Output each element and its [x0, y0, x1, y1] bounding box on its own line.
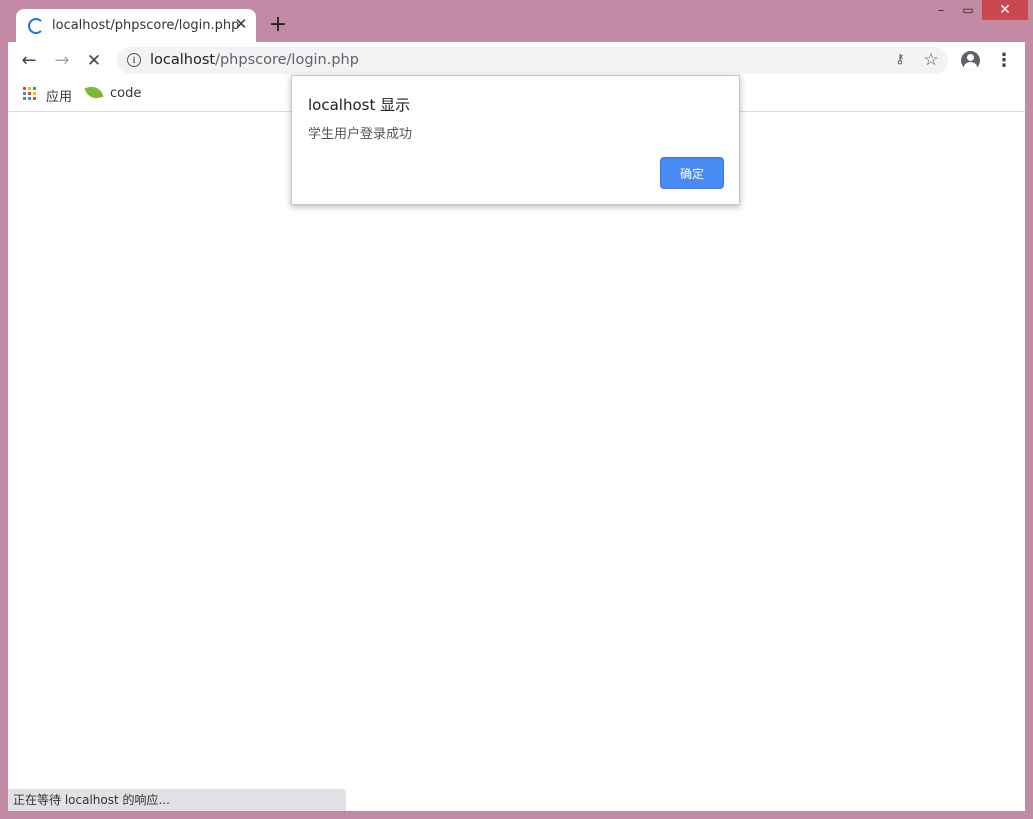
leaf-icon — [84, 84, 104, 101]
apps-grid-dot — [33, 87, 36, 90]
loading-spinner-icon — [28, 18, 44, 34]
password-key-icon[interactable]: ⚷ — [891, 51, 909, 69]
tab-title: localhost/phpscore/login.php — [52, 18, 240, 33]
apps-grid-dot — [28, 87, 31, 90]
tab-close-icon[interactable]: ✕ — [232, 15, 250, 33]
status-bar: 正在等待 localhost 的响应... — [8, 789, 346, 811]
stop-loading-button[interactable]: ✕ — [83, 50, 105, 72]
apps-grid-dot — [33, 92, 36, 95]
browser-tab[interactable]: localhost/phpscore/login.php ✕ — [16, 9, 256, 43]
apps-grid-dot — [28, 92, 31, 95]
url-host: localhost — [150, 52, 216, 68]
profile-head — [967, 54, 974, 61]
dialog-message: 学生用户登录成功 — [308, 127, 413, 142]
window-close-button[interactable]: ✕ — [982, 0, 1028, 20]
new-tab-button[interactable]: + — [266, 13, 290, 37]
site-info-icon[interactable]: i — [127, 53, 141, 67]
apps-grid-dot — [28, 97, 31, 100]
browser-window: – ▭ ✕ localhost/phpscore/login.php ✕ + ←… — [0, 0, 1033, 819]
bookmark-apps[interactable]: 应用 — [46, 86, 72, 105]
apps-grid-dot — [23, 97, 26, 100]
back-button[interactable]: ← — [18, 50, 40, 72]
menu-kebab-icon[interactable]: ⋮ — [994, 50, 1014, 72]
alert-dialog: localhost 显示 学生用户登录成功 确定 — [291, 75, 740, 205]
maximize-button[interactable]: ▭ — [955, 0, 981, 20]
profile-body — [964, 62, 977, 70]
url-path: /phpscore/login.php — [215, 52, 359, 68]
ok-button[interactable]: 确定 — [660, 157, 724, 189]
browser-toolbar: ← → ✕ i localhost/phpscore/login.php ⚷ ☆… — [8, 42, 1025, 79]
bookmark-code[interactable]: code — [110, 86, 141, 101]
minimize-button[interactable]: – — [928, 0, 954, 20]
dialog-title: localhost 显示 — [308, 96, 411, 114]
bookmark-star-icon[interactable]: ☆ — [921, 50, 941, 70]
apps-grid-dot — [23, 92, 26, 95]
address-bar[interactable]: i localhost/phpscore/login.php ⚷ ☆ — [117, 47, 948, 74]
url-text[interactable]: localhost/phpscore/login.php — [150, 52, 359, 68]
profile-avatar-icon[interactable] — [961, 51, 980, 70]
apps-grid-dot — [33, 97, 36, 100]
apps-grid-icon[interactable] — [23, 87, 36, 100]
forward-button[interactable]: → — [51, 50, 73, 72]
apps-grid-dot — [23, 87, 26, 90]
page-content — [8, 112, 1025, 811]
